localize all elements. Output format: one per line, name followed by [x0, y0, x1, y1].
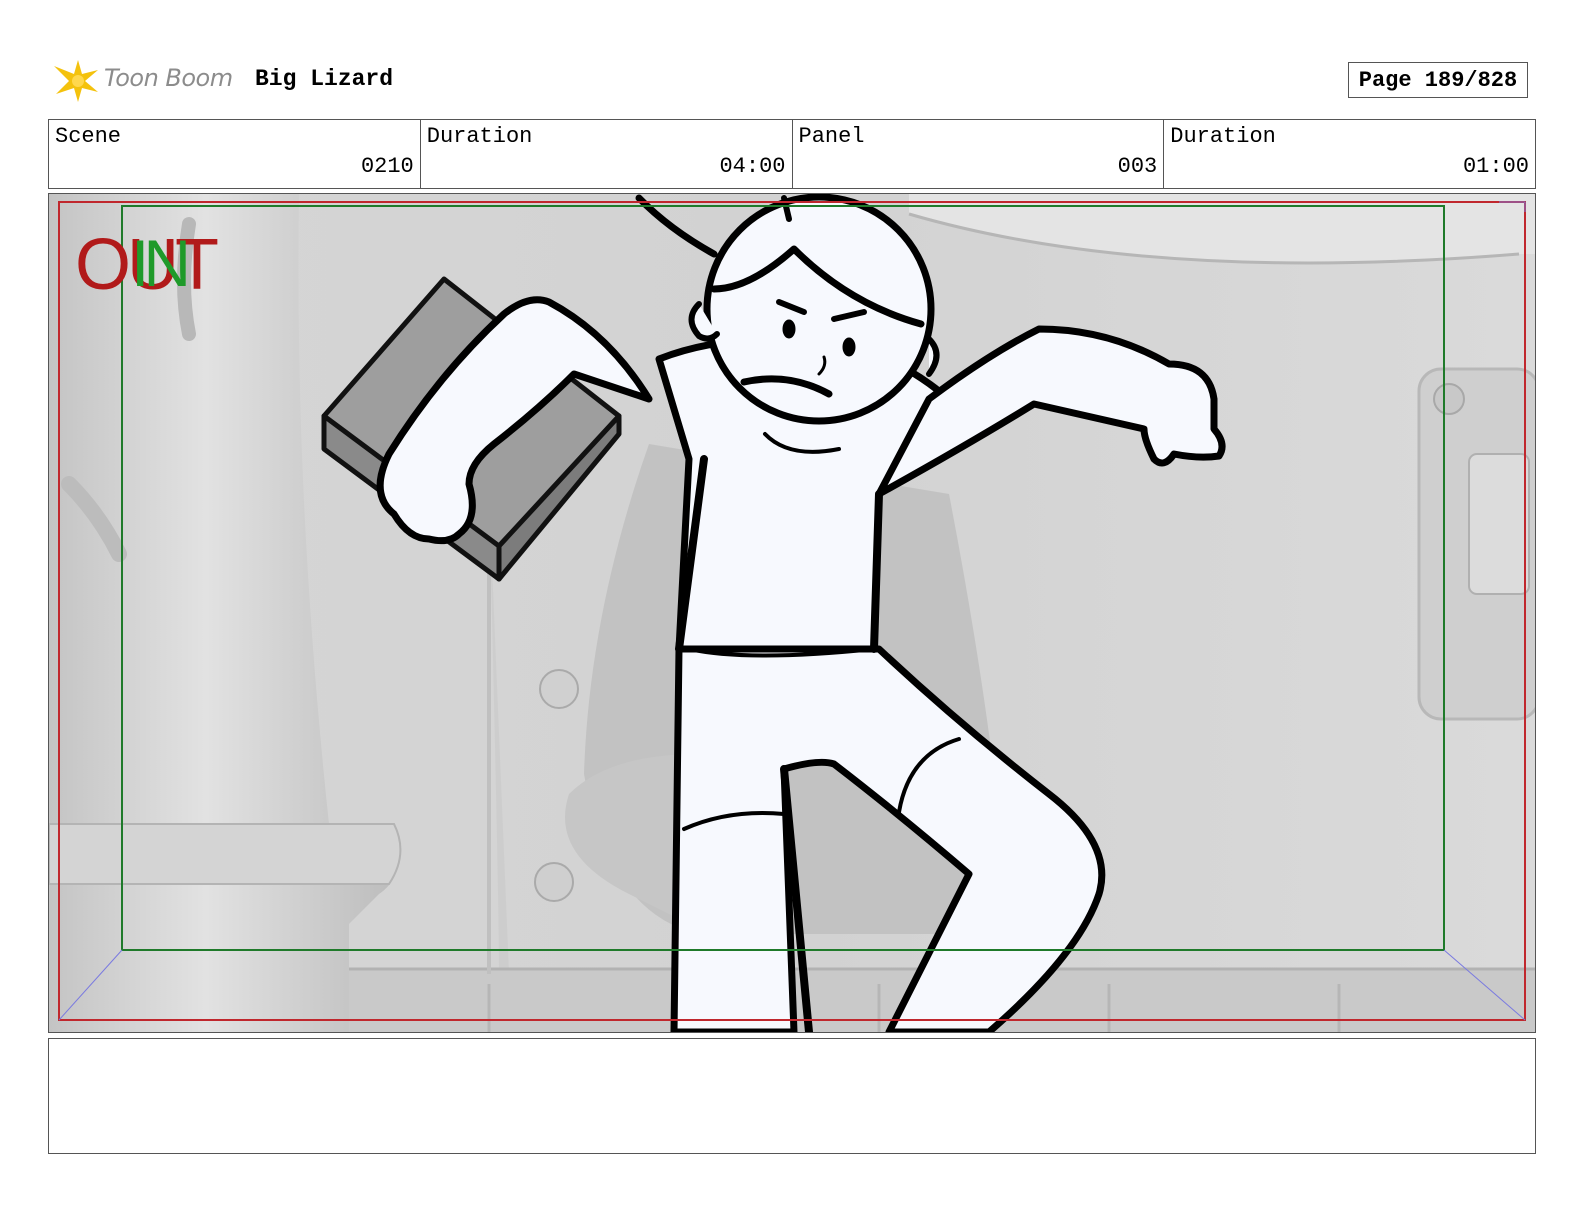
scene-duration-value: 04:00 — [719, 154, 786, 179]
brand-name: Toon Boom — [104, 64, 233, 92]
panel-value: 003 — [1117, 154, 1158, 179]
panel-duration-cell: Duration 01:00 — [1164, 120, 1535, 188]
page-counter: Page 189/828 — [1348, 62, 1528, 98]
panel-drawing: OUT IN — [49, 194, 1535, 1032]
panel-label: Panel — [798, 124, 865, 149]
panel-duration-label: Duration — [1170, 124, 1276, 149]
storyboard-panel: OUT IN — [48, 193, 1536, 1033]
toon-boom-logo: Toon Boom — [52, 56, 238, 106]
project-title: Big Lizard — [255, 66, 394, 92]
in-mark: IN — [131, 226, 186, 300]
scene-duration-cell: Duration 04:00 — [421, 120, 793, 188]
toon-boom-star-icon — [54, 60, 98, 102]
scene-cell: Scene 0210 — [49, 120, 421, 188]
scene-info-row: Scene 0210 Duration 04:00 Panel 003 Dura… — [48, 119, 1536, 189]
notes-panel — [48, 1038, 1536, 1154]
scene-duration-label: Duration — [426, 124, 533, 149]
scene-value: 0210 — [360, 154, 414, 179]
panel-cell: Panel 003 — [793, 120, 1165, 188]
panel-duration-value: 01:00 — [1462, 154, 1529, 179]
scene-label: Scene — [55, 124, 122, 149]
